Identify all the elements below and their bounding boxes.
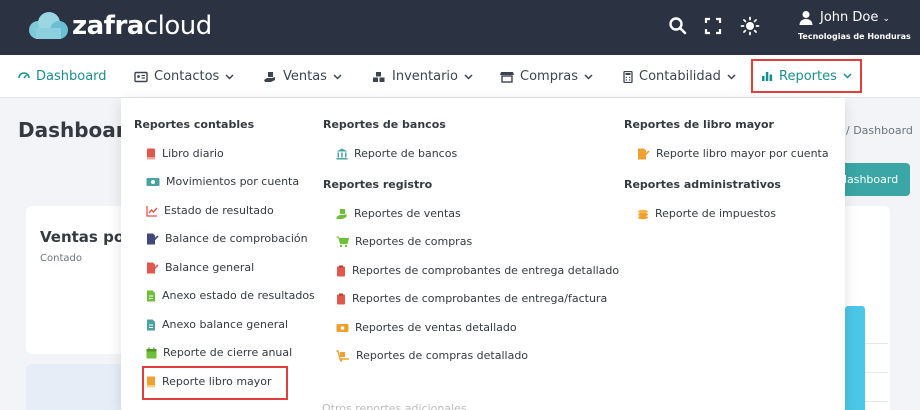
cart-icon xyxy=(336,236,349,247)
heading-reportes-de-bancos: Reportes de bancos xyxy=(323,118,446,131)
chevron-down-icon xyxy=(727,73,736,80)
bar-chart-icon xyxy=(762,72,773,81)
menu-comprobantes-entrega-factura[interactable]: Reportes de comprobantes de entrega/fact… xyxy=(336,292,607,305)
chevron-down-icon xyxy=(843,73,852,79)
dashboard-icon xyxy=(18,71,30,78)
store-icon xyxy=(500,71,514,83)
menu-reporte-de-impuestos[interactable]: Reporte de impuestos xyxy=(637,207,776,220)
cloud-logo-icon xyxy=(29,12,68,39)
boxes-icon xyxy=(373,71,385,82)
top-bar: zafracloud John Doe ⌄ Tecnologias de Hon… xyxy=(0,0,920,55)
nav-inventario[interactable]: Inventario xyxy=(372,55,473,98)
menu-anexo-balance-general[interactable]: Anexo balance general xyxy=(146,318,288,331)
file-signature-icon xyxy=(147,262,159,273)
app-logo[interactable]: zafracloud xyxy=(26,10,212,42)
nav-contactos[interactable]: Contactos xyxy=(134,55,234,98)
fullscreen-icon[interactable] xyxy=(703,16,723,36)
menu-anexo-estado-de-resultados[interactable]: Anexo estado de resultados xyxy=(146,289,315,302)
logo-text: zafracloud xyxy=(72,11,212,41)
nav-reportes[interactable]: Reportes xyxy=(751,59,862,93)
theme-sun-icon[interactable] xyxy=(740,16,760,36)
menu-movimientos-por-cuenta[interactable]: Movimientos por cuenta xyxy=(146,175,299,188)
clipboard-icon xyxy=(337,293,345,304)
card-title: Ventas po xyxy=(40,228,125,246)
menu-reporte-de-bancos[interactable]: Reporte de bancos xyxy=(336,147,457,160)
bank-icon xyxy=(336,148,348,159)
line-chart-icon xyxy=(146,205,158,217)
nav-ventas[interactable]: Ventas xyxy=(263,55,342,98)
reportes-dropdown xyxy=(121,98,845,410)
nav-contabilidad[interactable]: Contabilidad xyxy=(623,55,736,98)
menu-reporte-libro-mayor-por-cuenta[interactable]: Reporte libro mayor por cuenta xyxy=(637,147,829,160)
card-subtitle: Contado xyxy=(40,253,82,264)
user-name: John Doe ⌄ xyxy=(820,10,891,25)
chevron-down-icon xyxy=(464,73,473,80)
menu-balance-de-comprobacion[interactable]: Balance de comprobación xyxy=(146,232,308,245)
menu-reportes-de-ventas-detallado[interactable]: Reportes de ventas detallado xyxy=(336,321,517,334)
file-icon xyxy=(147,290,155,301)
chevron-down-icon xyxy=(333,73,342,80)
heading-reportes-contables: Reportes contables xyxy=(134,118,255,131)
hand-money-icon xyxy=(336,208,347,219)
nav-dashboard[interactable]: Dashboard xyxy=(18,55,107,98)
file-signature-icon xyxy=(638,148,650,159)
nav-compras[interactable]: Compras xyxy=(500,55,593,98)
money-bill-icon xyxy=(146,177,160,186)
coins-icon xyxy=(638,209,648,219)
heading-reportes-registro: Reportes registro xyxy=(323,178,433,191)
menu-libro-diario[interactable]: Libro diario xyxy=(146,147,224,160)
chevron-down-icon: ⌄ xyxy=(882,14,891,24)
menu-balance-general[interactable]: Balance general xyxy=(146,261,254,274)
hand-money-icon xyxy=(264,71,275,82)
calendar-icon xyxy=(146,347,157,358)
chevron-down-icon xyxy=(225,73,234,80)
calculator-icon xyxy=(623,70,633,83)
book-icon xyxy=(147,148,155,159)
chart-bar xyxy=(845,306,865,410)
file-icon xyxy=(147,319,155,330)
cut-off-heading: Otros reportes adicionales xyxy=(322,402,467,410)
menu-reportes-de-compras[interactable]: Reportes de compras xyxy=(336,235,472,248)
money-bill-icon xyxy=(336,323,349,332)
menu-estado-de-resultado[interactable]: Estado de resultado xyxy=(146,204,274,217)
dolly-boxes-icon xyxy=(336,349,349,362)
menu-reportes-de-compras-detallado[interactable]: Reportes de compras detallado xyxy=(336,349,528,362)
file-signature-icon xyxy=(147,233,159,244)
clipboard-icon xyxy=(337,265,345,276)
user-icon xyxy=(799,11,813,25)
heading-reportes-administrativos: Reportes administrativos xyxy=(624,178,781,191)
chevron-down-icon xyxy=(584,73,593,80)
menu-reporte-de-cierre-anual[interactable]: Reporte de cierre anual xyxy=(146,346,292,359)
search-icon[interactable] xyxy=(668,16,688,36)
main-nav: Dashboard Contactos Ventas Inventario Co… xyxy=(0,55,920,98)
heading-reportes-de-libro-mayor: Reportes de libro mayor xyxy=(624,118,774,131)
user-org: Tecnologias de Honduras xyxy=(798,32,911,41)
highlight-reporte-libro-mayor xyxy=(142,366,288,400)
menu-reportes-de-ventas[interactable]: Reportes de ventas xyxy=(336,207,461,220)
breadcrumb[interactable]: / Dashboard xyxy=(846,124,913,137)
contacts-card-icon xyxy=(134,71,148,82)
menu-comprobantes-entrega-detallado[interactable]: Reportes de comprobantes de entrega deta… xyxy=(336,264,619,277)
